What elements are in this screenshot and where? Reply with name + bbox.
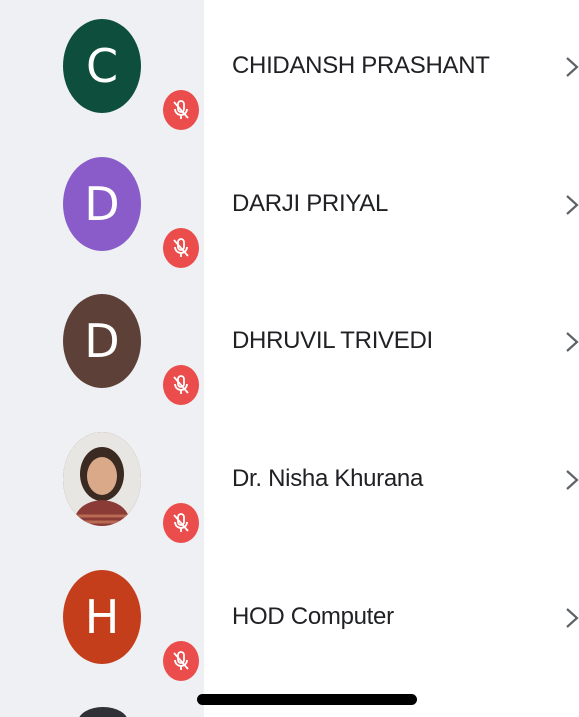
chevron-right-icon[interactable] <box>565 190 579 220</box>
participant-row[interactable]: D DHRUVIL TRIVEDI <box>0 275 579 412</box>
participant-name: CHIDANSH PRASHANT <box>232 52 490 79</box>
chevron-right-icon[interactable] <box>565 603 579 633</box>
mic-off-icon <box>163 503 199 543</box>
participants-screen: C CHIDANSH PRASHANT D DARJI PRIYAL D DHR… <box>0 0 579 717</box>
mic-off-icon <box>163 90 199 130</box>
participant-row[interactable]: H HOD Computer <box>0 551 579 688</box>
avatar: D <box>63 294 141 388</box>
chevron-right-icon[interactable] <box>565 327 579 357</box>
home-indicator[interactable] <box>197 694 417 705</box>
chevron-right-icon[interactable] <box>565 465 579 495</box>
mic-off-icon <box>163 228 199 268</box>
mic-off-icon <box>163 365 199 405</box>
avatar: H <box>63 570 141 664</box>
participant-name: Dr. Nisha Khurana <box>232 465 424 492</box>
mic-off-icon <box>163 641 199 681</box>
participant-name: DHRUVIL TRIVEDI <box>232 327 433 354</box>
avatar: D <box>63 157 141 251</box>
participant-row[interactable]: C CHIDANSH PRASHANT <box>0 0 579 137</box>
avatar-photo <box>63 432 141 526</box>
chevron-right-icon[interactable] <box>565 52 579 82</box>
participant-row[interactable]: D DARJI PRIYAL <box>0 138 579 275</box>
avatar-initial: D <box>84 314 120 368</box>
participant-name: DARJI PRIYAL <box>232 190 388 217</box>
participant-row[interactable]: Dr. Nisha Khurana <box>0 413 579 550</box>
avatar-initial: C <box>85 39 119 93</box>
participant-name: HOD Computer <box>232 603 394 630</box>
avatar: C <box>63 19 141 113</box>
avatar-initial: D <box>84 177 120 231</box>
avatar-initial: H <box>84 590 120 644</box>
